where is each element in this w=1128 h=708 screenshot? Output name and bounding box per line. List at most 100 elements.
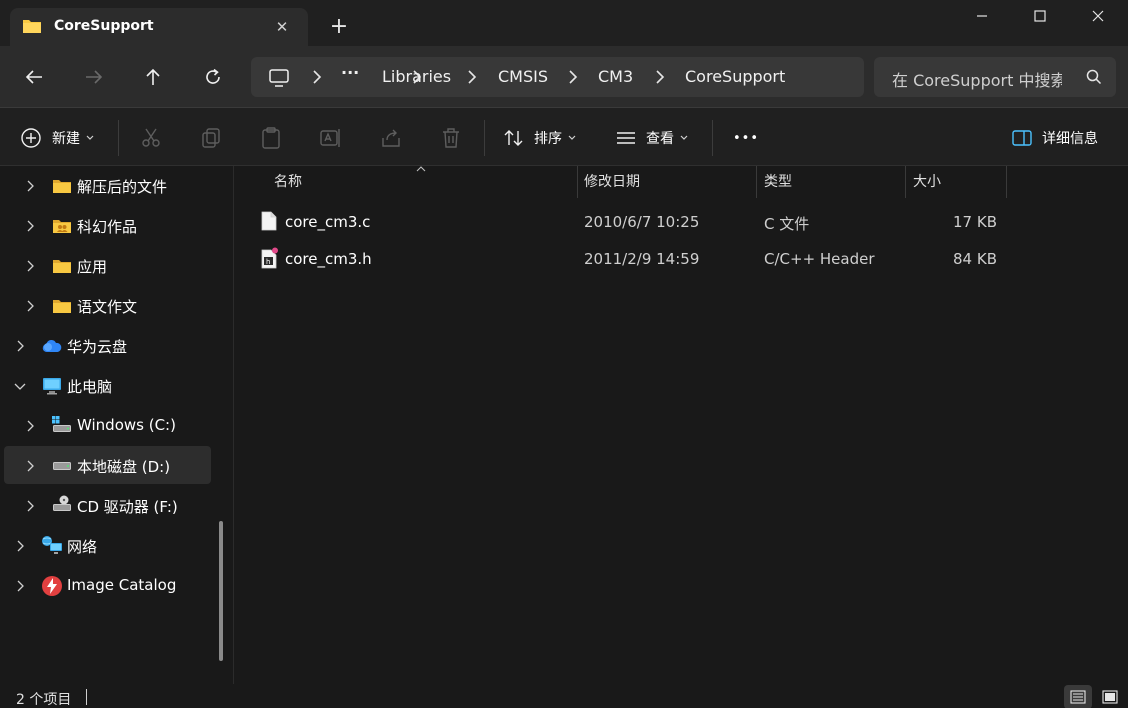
breadcrumb-cmsis[interactable]: CMSIS: [498, 67, 548, 86]
breadcrumb-cm3[interactable]: CM3: [598, 67, 633, 86]
folder-icon: [53, 260, 71, 273]
command-bar: 新建 排序 查看 ••• 详细信息: [0, 108, 1128, 166]
column-header-type[interactable]: 类型: [764, 166, 792, 198]
chevron-right-icon[interactable]: [24, 300, 36, 312]
new-button[interactable]: 新建: [20, 124, 94, 152]
cut-icon[interactable]: [139, 126, 163, 150]
chevron-right-icon: [313, 70, 322, 84]
chevron-down-icon[interactable]: [14, 380, 26, 392]
chevron-right-icon[interactable]: [14, 340, 26, 352]
details-view-button[interactable]: [1064, 685, 1092, 708]
column-divider[interactable]: [1006, 166, 1007, 198]
chevron-right-icon[interactable]: [24, 180, 36, 192]
plus-circle-icon: [21, 128, 41, 148]
column-divider[interactable]: [905, 166, 906, 198]
view-button[interactable]: 查看: [615, 124, 688, 152]
close-window-button[interactable]: [1068, 0, 1128, 32]
sidebar-item-label: 应用: [77, 258, 108, 276]
item-count: 2 个项目: [16, 692, 72, 708]
chevron-right-icon[interactable]: [24, 500, 36, 512]
details-pane-button[interactable]: 详细信息: [1012, 124, 1098, 152]
c-file-icon: [261, 211, 277, 231]
up-button[interactable]: [137, 62, 169, 92]
column-divider[interactable]: [756, 166, 757, 198]
file-row[interactable]: core_cm3.c 2010/6/7 10:25 C 文件 17 KB: [235, 204, 1128, 240]
status-divider: [86, 689, 87, 705]
chevron-down-icon: [86, 135, 94, 140]
minimize-button[interactable]: [952, 0, 1012, 32]
file-type: C/C++ Header: [764, 250, 875, 268]
arrow-right-icon: [86, 70, 103, 84]
file-row[interactable]: h core_cm3.h 2011/2/9 14:59 C/C++ Header…: [235, 241, 1128, 277]
new-tab-button[interactable]: +: [326, 16, 352, 40]
sort-ascending-icon: [416, 166, 426, 172]
search-icon[interactable]: [1086, 69, 1102, 85]
file-name[interactable]: core_cm3.h: [285, 250, 372, 268]
tab-coresupport[interactable]: CoreSupport ✕: [10, 8, 308, 46]
rename-icon[interactable]: [319, 126, 343, 150]
folder-icon: [53, 180, 71, 193]
chevron-right-icon[interactable]: [24, 220, 36, 232]
file-size: 17 KB: [953, 213, 997, 231]
address-bar[interactable]: ··· Libraries CMSIS CM3 CoreSupport: [251, 57, 864, 97]
sidebar-item-label: 科幻作品: [77, 218, 138, 236]
network-icon: [42, 536, 62, 554]
close-tab-icon[interactable]: ✕: [272, 17, 292, 37]
image-catalog-icon: [42, 576, 62, 596]
chevron-down-icon: [680, 135, 688, 140]
refresh-icon: [206, 68, 220, 84]
sidebar-item-label: Image Catalog: [67, 576, 177, 594]
chevron-right-icon[interactable]: [24, 260, 36, 272]
tab-title: CoreSupport: [54, 18, 154, 34]
sidebar-item-label: 华为云盘: [67, 338, 128, 356]
arrow-up-icon: [146, 68, 160, 85]
tiles-view-button[interactable]: [1096, 685, 1124, 708]
more-options-button[interactable]: •••: [733, 124, 759, 152]
sort-icon: [504, 130, 523, 146]
divider: [118, 120, 119, 156]
new-label: 新建: [52, 131, 80, 147]
breadcrumb-libraries[interactable]: Libraries: [382, 67, 451, 86]
cd-drive-icon: [53, 495, 71, 511]
search-input[interactable]: 在 CoreSupport 中搜索: [892, 67, 1062, 91]
file-list: 名称 修改日期 类型 大小 core_cm3.c 2010/6/7 10:25 …: [235, 166, 1128, 684]
file-type: C 文件: [764, 215, 810, 233]
file-name[interactable]: core_cm3.c: [285, 213, 370, 231]
column-header-name[interactable]: 名称: [274, 166, 302, 198]
chevron-right-icon[interactable]: [14, 540, 26, 552]
maximize-button[interactable]: [1010, 0, 1070, 32]
maximize-icon: [1034, 10, 1046, 22]
minimize-icon: [977, 15, 987, 17]
delete-icon[interactable]: [439, 126, 463, 150]
share-icon[interactable]: [379, 126, 403, 150]
copy-icon[interactable]: [199, 126, 223, 150]
chevron-right-icon: [468, 70, 477, 84]
details-view-icon: [1070, 690, 1086, 704]
column-header-size[interactable]: 大小: [913, 166, 941, 198]
breadcrumb-coresupport[interactable]: CoreSupport: [685, 67, 785, 86]
chevron-right-icon[interactable]: [24, 420, 36, 432]
chevron-right-icon: [656, 70, 665, 84]
column-divider[interactable]: [577, 166, 578, 198]
chevron-right-icon[interactable]: [14, 580, 26, 592]
view-label: 查看: [646, 131, 674, 147]
forward-button[interactable]: [78, 62, 110, 92]
paste-icon[interactable]: [259, 126, 283, 150]
navigation-pane: 解压后的文件 科幻作品 应用 语文作文 华为云盘 此电脑 Windows (C:…: [0, 166, 234, 684]
breadcrumb-ellipsis[interactable]: ···: [341, 63, 359, 82]
search-box[interactable]: 在 CoreSupport 中搜索: [874, 57, 1116, 97]
sidebar-item-label: 语文作文: [77, 298, 138, 316]
refresh-button[interactable]: [197, 62, 229, 92]
sidebar-item-label: CD 驱动器 (F:): [77, 498, 178, 516]
file-date: 2010/6/7 10:25: [584, 213, 700, 231]
chevron-right-icon[interactable]: [24, 460, 36, 472]
column-header-date[interactable]: 修改日期: [584, 166, 640, 198]
sort-label: 排序: [534, 131, 562, 147]
computer-icon: [43, 378, 61, 395]
file-size: 84 KB: [953, 250, 997, 268]
details-pane-icon: [1012, 130, 1032, 146]
sort-button[interactable]: 排序: [503, 124, 576, 152]
view-icon: [617, 132, 635, 144]
sidebar-scrollbar[interactable]: [219, 521, 223, 661]
back-button[interactable]: [18, 62, 50, 92]
